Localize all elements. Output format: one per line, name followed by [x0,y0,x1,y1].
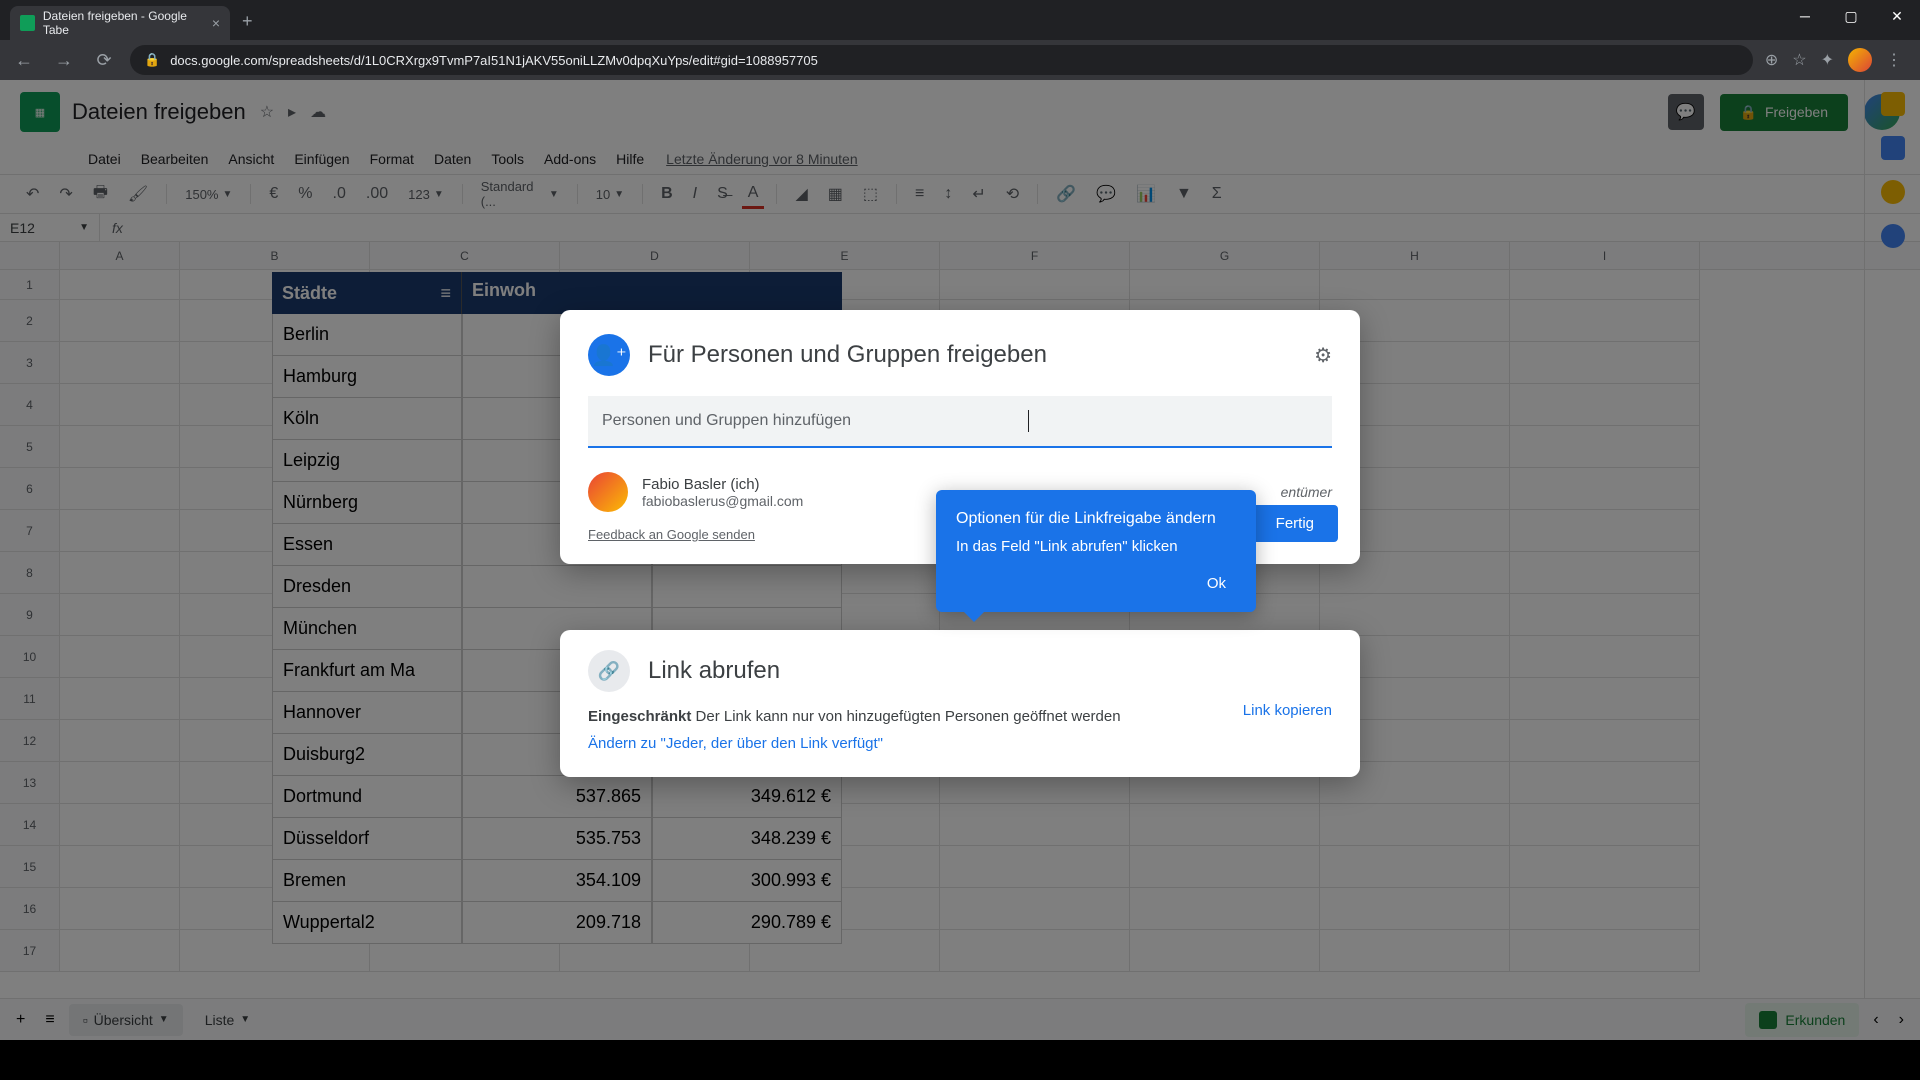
text-cursor [1028,410,1029,432]
link-icon: 🔗 [588,650,630,692]
person-add-icon: 👤⁺ [588,334,630,376]
profile-avatar[interactable] [1848,48,1872,72]
tooltip-title: Optionen für die Linkfreigabe ändern [956,508,1236,530]
input-placeholder: Personen und Gruppen hinzufügen [602,412,851,430]
close-window-icon[interactable]: ✕ [1874,0,1920,32]
new-tab-button[interactable]: + [230,3,265,40]
close-tab-icon[interactable]: × [212,15,220,31]
sheets-favicon [20,15,35,31]
feedback-link[interactable]: Feedback an Google senden [588,527,755,542]
gear-icon[interactable]: ⚙ [1314,343,1332,368]
forward-icon[interactable]: → [50,46,78,74]
menu-icon[interactable]: ⋮ [1886,50,1902,70]
tooltip-body: In das Feld "Link abrufen" klicken [956,536,1236,557]
reload-icon[interactable]: ⟳ [90,46,118,74]
restriction-text: Eingeschränkt Der Link kann nur von hinz… [588,706,1148,729]
user-avatar [588,472,628,512]
owner-label: entümer [1281,484,1332,500]
back-icon[interactable]: ← [10,46,38,74]
extensions-icon[interactable]: ✦ [1821,50,1834,70]
copy-link-button[interactable]: Link kopieren [1243,702,1332,719]
star-icon[interactable]: ☆ [1792,50,1806,70]
url-text: docs.google.com/spreadsheets/d/1L0CRXrgx… [170,53,818,68]
tab-title: Dateien freigeben - Google Tabe [43,9,204,37]
add-people-input[interactable]: Personen und Gruppen hinzufügen [588,396,1332,448]
zoom-icon[interactable]: ⊕ [1765,50,1778,70]
get-link-dialog[interactable]: 🔗 Link abrufen Eingeschränkt Der Link ka… [560,630,1360,777]
tooltip-ok-button[interactable]: Ok [1197,569,1236,598]
lock-icon: 🔒 [144,52,160,68]
address-bar[interactable]: 🔒 docs.google.com/spreadsheets/d/1L0CRXr… [130,45,1753,75]
user-email: fabiobaslerus@gmail.com [642,493,803,509]
share-dialog-title: Für Personen und Gruppen freigeben [648,341,1296,369]
user-name: Fabio Basler (ich) [642,476,803,493]
browser-tab[interactable]: Dateien freigeben - Google Tabe × [10,6,230,40]
minimize-icon[interactable]: ─ [1782,0,1828,32]
instruction-tooltip: Optionen für die Linkfreigabe ändern In … [936,490,1256,612]
link-dialog-title: Link abrufen [648,657,1332,685]
done-button[interactable]: Fertig [1252,505,1338,542]
maximize-icon[interactable]: ▢ [1828,0,1874,32]
change-link-access[interactable]: Ändern zu "Jeder, der über den Link verf… [588,735,883,752]
